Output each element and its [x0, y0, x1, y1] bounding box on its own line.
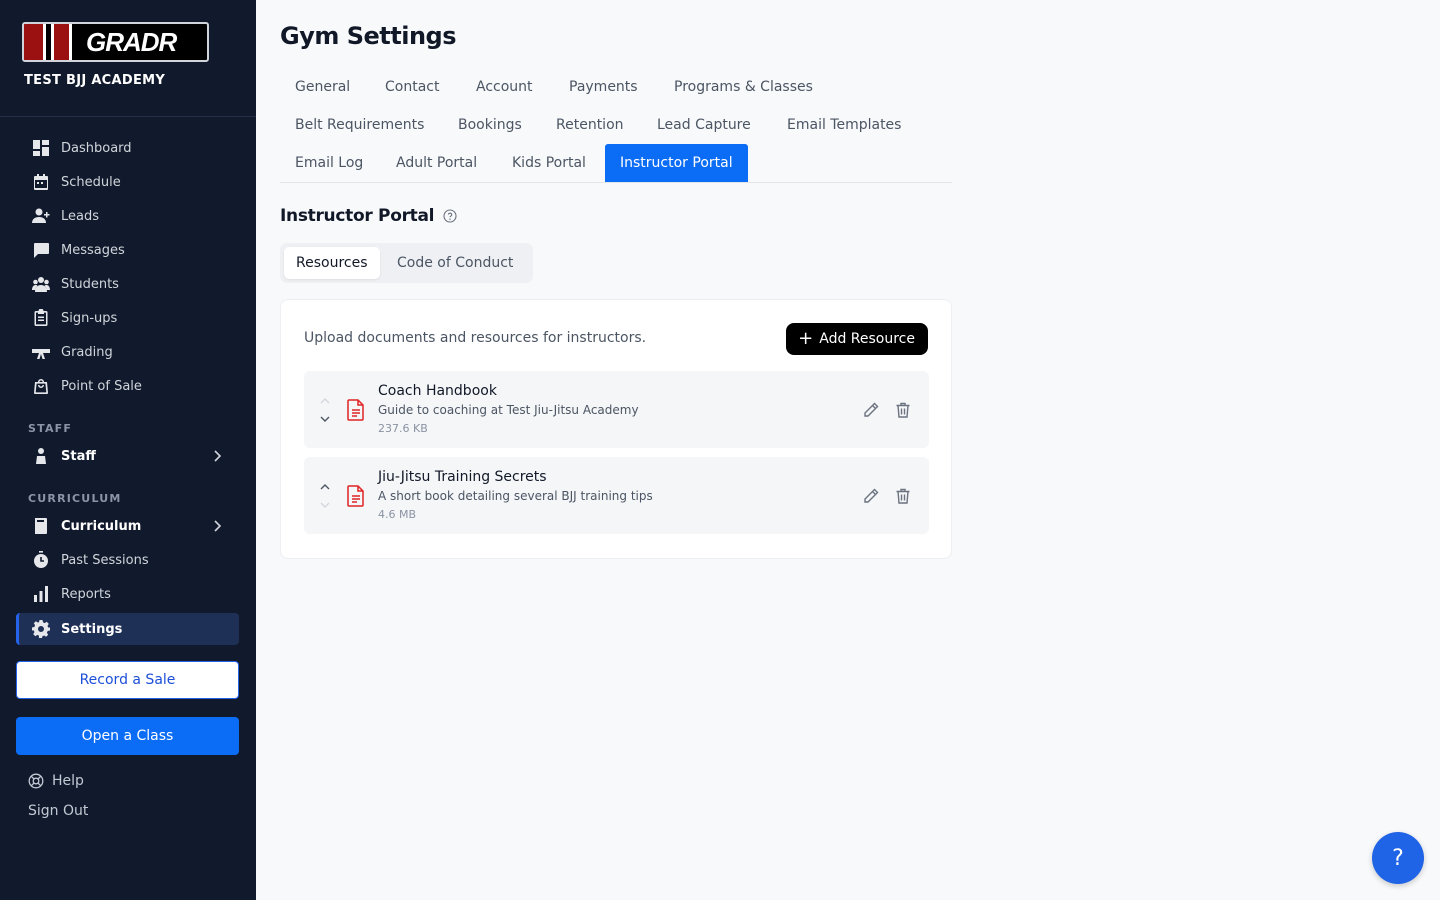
resource-name: Coach Handbook [378, 383, 497, 399]
lifebuoy-icon [28, 773, 44, 789]
stopwatch-icon [32, 551, 50, 569]
sidebar-item-label: Grading [61, 344, 113, 360]
tab-email-templates[interactable]: Email Templates [772, 106, 916, 144]
person-icon [32, 447, 50, 465]
sidebar-item-label: Schedule [61, 174, 121, 190]
sidebar-item-label: Students [61, 276, 119, 292]
tab-kids-portal[interactable]: Kids Portal [497, 144, 601, 182]
sidebar-item-schedule[interactable]: Schedule [16, 166, 239, 198]
dashboard-icon [32, 139, 50, 157]
sidebar-item-label: Settings [61, 621, 123, 637]
book-icon [32, 517, 50, 535]
staff-section-label: STAFF [28, 422, 73, 435]
resource-size: 4.6 MB [378, 508, 417, 521]
sidebar-item-staff[interactable]: Staff [16, 440, 239, 472]
resources-card: Upload documents and resources for instr… [280, 299, 952, 559]
subtab-resources[interactable]: Resources [284, 247, 380, 279]
belt-icon [32, 343, 50, 361]
sidebar-item-dashboard[interactable]: Dashboard [16, 132, 239, 164]
sidebar: GRADR TEST BJJ ACADEMY Dashboard Schedul… [0, 0, 256, 900]
sidebar-item-settings[interactable]: Settings [16, 613, 239, 645]
sidebar-item-label: Leads [61, 208, 100, 224]
trash-icon[interactable] [894, 487, 912, 505]
tab-instructor-portal[interactable]: Instructor Portal [605, 144, 748, 182]
gradr-logo[interactable]: GRADR [22, 22, 209, 62]
chevron-right-icon [214, 520, 222, 532]
tab-belt-requirements[interactable]: Belt Requirements [280, 106, 439, 144]
sidebar-item-grading[interactable]: Grading [16, 336, 239, 368]
add-resource-label: Add Resource [819, 331, 915, 347]
resource-description: Guide to coaching at Test Jiu-Jitsu Acad… [378, 403, 639, 417]
tab-payments[interactable]: Payments [554, 68, 653, 106]
sidebar-item-label: Point of Sale [61, 378, 142, 394]
resource-description: A short book detailing several BJJ train… [378, 489, 653, 503]
bar-chart-icon [32, 585, 50, 603]
card-description: Upload documents and resources for instr… [304, 330, 647, 346]
document-icon [347, 399, 364, 421]
help-circle-icon[interactable] [443, 209, 457, 223]
curriculum-section-label: CURRICULUM [28, 492, 122, 505]
subtab-switcher: Resources Code of Conduct [280, 243, 533, 283]
tab-bookings[interactable]: Bookings [443, 106, 537, 144]
section-title-text: Instructor Portal [280, 206, 435, 226]
message-icon [32, 241, 50, 259]
sign-out-link[interactable]: Sign Out [28, 803, 88, 819]
reorder-arrows-icon[interactable] [318, 479, 332, 513]
shopping-bag-icon [32, 377, 50, 395]
clipboard-icon [32, 309, 50, 327]
academy-name: TEST BJJ ACADEMY [24, 73, 166, 88]
reorder-arrows-icon[interactable] [318, 393, 332, 427]
trash-icon[interactable] [894, 401, 912, 419]
help-fab-button[interactable]: ? [1372, 832, 1424, 884]
resource-row: Jiu-Jitsu Training Secrets A short book … [304, 457, 929, 534]
sidebar-divider [0, 116, 256, 117]
tab-account[interactable]: Account [461, 68, 548, 106]
logo-text: GRADR [86, 26, 177, 57]
pencil-icon[interactable] [862, 487, 880, 505]
sidebar-item-messages[interactable]: Messages [16, 234, 239, 266]
tab-retention[interactable]: Retention [541, 106, 639, 144]
sidebar-item-label: Sign-ups [61, 310, 118, 326]
tab-general[interactable]: General [280, 68, 365, 106]
tab-lead-capture[interactable]: Lead Capture [642, 106, 766, 144]
sidebar-item-label: Messages [61, 242, 125, 258]
sidebar-item-label: Dashboard [61, 140, 132, 156]
pencil-icon[interactable] [862, 401, 880, 419]
sidebar-item-point-of-sale[interactable]: Point of Sale [16, 370, 239, 402]
sidebar-item-label: Curriculum [61, 518, 142, 534]
tab-programs-classes[interactable]: Programs & Classes [659, 68, 828, 106]
sidebar-item-curriculum[interactable]: Curriculum [16, 510, 239, 542]
help-link[interactable]: Help [28, 773, 84, 789]
tab-adult-portal[interactable]: Adult Portal [381, 144, 492, 182]
help-label: Help [52, 773, 84, 789]
sidebar-item-signups[interactable]: Sign-ups [16, 302, 239, 334]
subtab-code-of-conduct[interactable]: Code of Conduct [385, 247, 525, 279]
record-sale-button[interactable]: Record a Sale [16, 661, 239, 699]
sidebar-item-label: Reports [61, 586, 111, 602]
open-class-button[interactable]: Open a Class [16, 717, 239, 755]
add-resource-button[interactable]: + Add Resource [786, 323, 928, 355]
tab-email-log[interactable]: Email Log [280, 144, 378, 182]
resource-row: Coach Handbook Guide to coaching at Test… [304, 371, 929, 448]
calendar-icon [32, 173, 50, 191]
sidebar-item-label: Past Sessions [61, 552, 149, 568]
gear-icon [32, 620, 50, 638]
sidebar-item-students[interactable]: Students [16, 268, 239, 300]
logo-bars [24, 24, 72, 60]
document-icon [347, 485, 364, 507]
resource-name: Jiu-Jitsu Training Secrets [378, 469, 547, 485]
resource-size: 237.6 KB [378, 422, 428, 435]
chevron-right-icon [214, 450, 222, 462]
add-person-icon [32, 207, 50, 225]
sidebar-item-leads[interactable]: Leads [16, 200, 239, 232]
page-title: Gym Settings [280, 22, 457, 50]
section-title: Instructor Portal [280, 206, 457, 226]
tab-contact[interactable]: Contact [370, 68, 454, 106]
plus-icon: + [798, 328, 814, 349]
sidebar-item-label: Staff [61, 448, 96, 464]
students-icon [32, 275, 50, 293]
sidebar-item-past-sessions[interactable]: Past Sessions [16, 544, 239, 576]
tabs-divider [280, 182, 952, 183]
sidebar-item-reports[interactable]: Reports [16, 578, 239, 610]
